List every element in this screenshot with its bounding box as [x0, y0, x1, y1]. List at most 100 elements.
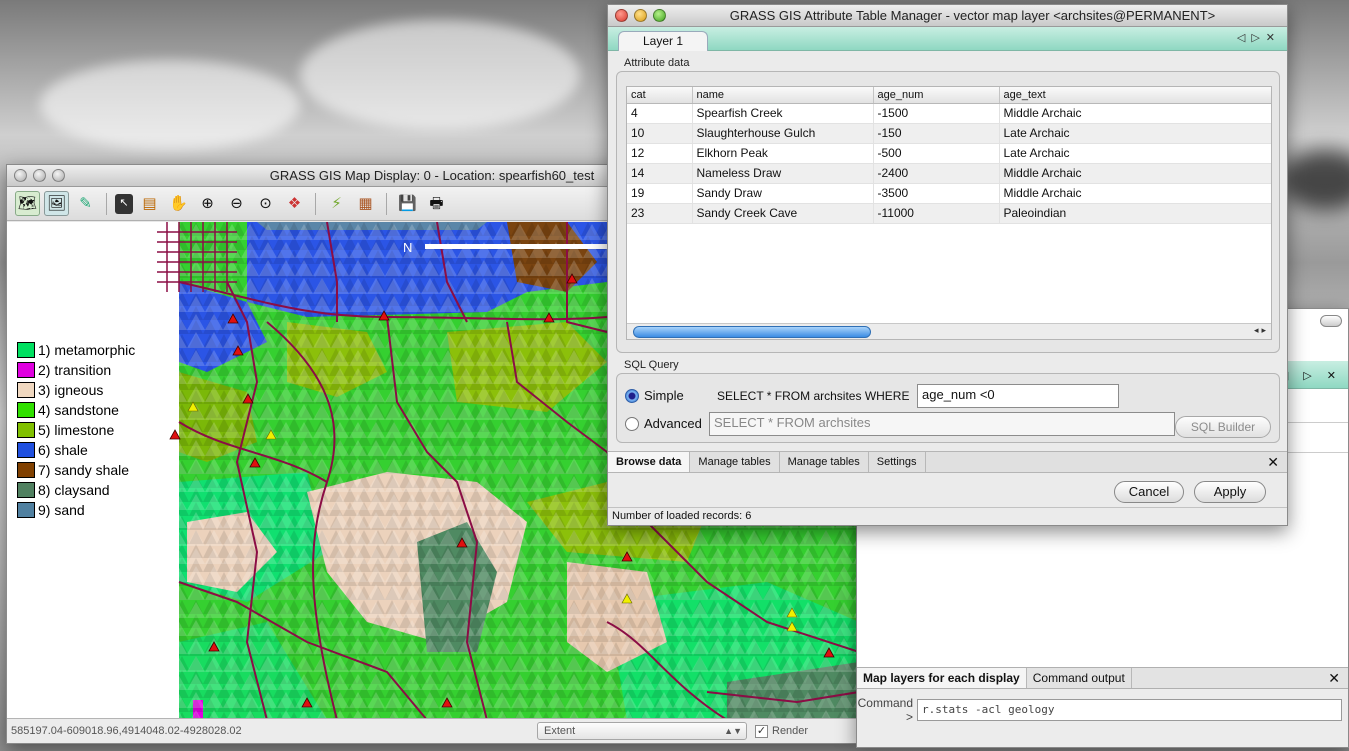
zoom-back-icon[interactable]: ⊙: [253, 191, 278, 216]
tab-strip-controls[interactable]: ◁ ▷ ✕: [1280, 369, 1342, 382]
simple-radio-option[interactable]: Simple: [625, 388, 684, 403]
extent-select[interactable]: Extent ▲▼: [537, 722, 747, 740]
pointer-icon[interactable]: ↖: [115, 193, 133, 214]
tab-command-output[interactable]: Command output: [1027, 668, 1132, 688]
render-checkbox[interactable]: ✓ Render: [755, 724, 808, 738]
column-header-name[interactable]: name: [692, 87, 874, 104]
table-row[interactable]: 14 Nameless Draw -2400 Middle Archaic: [627, 163, 1271, 184]
zoom-in-icon[interactable]: ⊕: [195, 191, 220, 216]
close-icon[interactable]: ✕: [1267, 454, 1279, 471]
save-icon[interactable]: 💾: [395, 191, 420, 216]
column-header-age-text[interactable]: age_text: [999, 87, 1271, 104]
legend-label: 6) shale: [38, 442, 88, 458]
tab-settings[interactable]: Settings: [869, 452, 926, 472]
checkbox-box[interactable]: ✓: [755, 724, 768, 738]
legend-item: 8) claysand: [17, 480, 135, 500]
column-header-cat[interactable]: cat: [627, 87, 693, 104]
cell-age-num[interactable]: -2400: [873, 163, 1000, 184]
sql-builder-button[interactable]: SQL Builder: [1175, 416, 1271, 438]
tab-layer-1[interactable]: Layer 1: [618, 31, 709, 51]
close-icon[interactable]: ✕: [1328, 670, 1340, 687]
layer-manager-tabs: Map layers for each display Command outp…: [857, 667, 1348, 689]
cell-cat[interactable]: 4: [627, 103, 693, 124]
cell-name[interactable]: Spearfish Creek: [692, 103, 874, 124]
legend-swatch: [17, 362, 35, 378]
cell-age-text[interactable]: Middle Archaic: [999, 103, 1271, 124]
cell-cat[interactable]: 10: [627, 123, 693, 144]
table-row[interactable]: 12 Elkhorn Peak -500 Late Archaic: [627, 143, 1271, 164]
cell-cat[interactable]: 19: [627, 183, 693, 204]
legend-label: 9) sand: [38, 502, 85, 518]
legend-item: 9) sand: [17, 500, 135, 520]
cell-age-num[interactable]: -1500: [873, 103, 1000, 124]
simple-radio[interactable]: [625, 388, 639, 403]
column-header-age-num[interactable]: age_num: [873, 87, 1000, 104]
erase-icon[interactable]: ✎: [73, 191, 98, 216]
query-icon[interactable]: ▤: [137, 191, 162, 216]
tab-browse-data[interactable]: Browse data: [608, 452, 691, 472]
simple-query-input[interactable]: age_num <0: [917, 384, 1119, 408]
pan-icon[interactable]: ✋: [166, 191, 191, 216]
sql-where-prefix: SELECT * FROM archsites WHERE: [717, 389, 910, 403]
render-icon[interactable]: 🖼: [44, 191, 69, 216]
print-icon[interactable]: 🖶: [424, 191, 449, 216]
table-row[interactable]: 4 Spearfish Creek -1500 Middle Archaic: [627, 103, 1271, 124]
advanced-radio-option[interactable]: Advanced: [625, 416, 702, 431]
cell-cat[interactable]: 14: [627, 163, 693, 184]
toolbar-toggle-button[interactable]: [1320, 315, 1342, 327]
display-icon[interactable]: 🗺: [15, 191, 40, 216]
scroll-arrows-icon[interactable]: ◂▸: [1254, 325, 1269, 336]
simple-radio-label: Simple: [644, 388, 684, 403]
command-label: Command >: [857, 696, 913, 724]
cell-name[interactable]: Slaughterhouse Gulch: [692, 123, 874, 144]
command-input[interactable]: r.stats -acl geology: [917, 699, 1342, 721]
cell-age-num[interactable]: -150: [873, 123, 1000, 144]
minimize-window-button[interactable]: [634, 9, 647, 22]
tab-map-layers[interactable]: Map layers for each display: [857, 668, 1027, 688]
legend-label: 3) igneous: [38, 382, 104, 398]
cell-age-text[interactable]: Paleoindian: [999, 203, 1271, 224]
legend-swatch: [17, 422, 35, 438]
overlay-icon[interactable]: ▦: [353, 191, 378, 216]
attribute-data-group: cat name age_num age_text 4 Spearfish Cr…: [616, 71, 1280, 353]
zoom-menu-icon[interactable]: ❖: [282, 191, 307, 216]
tab-strip-controls[interactable]: ◁▷✕: [1237, 31, 1281, 44]
cell-age-num[interactable]: -3500: [873, 183, 1000, 204]
cell-name[interactable]: Nameless Draw: [692, 163, 874, 184]
legend-swatch: [17, 382, 35, 398]
cell-name[interactable]: Elkhorn Peak: [692, 143, 874, 164]
advanced-radio[interactable]: [625, 416, 639, 431]
tab-manage-tables[interactable]: Manage tables: [690, 452, 780, 472]
legend-swatch: [17, 442, 35, 458]
table-row[interactable]: 23 Sandy Creek Cave -11000 Paleoindian: [627, 203, 1271, 224]
table-row[interactable]: 10 Slaughterhouse Gulch -150 Late Archai…: [627, 123, 1271, 144]
cell-age-text[interactable]: Middle Archaic: [999, 183, 1271, 204]
cell-age-text[interactable]: Late Archaic: [999, 143, 1271, 164]
legend-swatch: [17, 482, 35, 498]
zoom-window-button[interactable]: [653, 9, 666, 22]
cell-cat[interactable]: 23: [627, 203, 693, 224]
cell-name[interactable]: Sandy Draw: [692, 183, 874, 204]
attribute-manager-titlebar[interactable]: GRASS GIS Attribute Table Manager - vect…: [608, 5, 1287, 27]
apply-button[interactable]: Apply: [1194, 481, 1266, 503]
tab-manage-tables-2[interactable]: Manage tables: [780, 452, 869, 472]
scrollbar-thumb[interactable]: [633, 326, 871, 338]
cell-age-num[interactable]: -500: [873, 143, 1000, 164]
map-legend: 1) metamorphic 2) transition 3) igneous …: [17, 340, 135, 520]
close-window-button[interactable]: [615, 9, 628, 22]
attribute-table[interactable]: cat name age_num age_text 4 Spearfish Cr…: [626, 86, 1272, 340]
zoom-out-icon[interactable]: ⊖: [224, 191, 249, 216]
advanced-query-input[interactable]: SELECT * FROM archsites: [709, 412, 1175, 436]
legend-item: 3) igneous: [17, 380, 135, 400]
cell-age-num[interactable]: -11000: [873, 203, 1000, 224]
cell-name[interactable]: Sandy Creek Cave: [692, 203, 874, 224]
cell-age-text[interactable]: Middle Archaic: [999, 163, 1271, 184]
table-row[interactable]: 19 Sandy Draw -3500 Middle Archaic: [627, 183, 1271, 204]
cancel-button[interactable]: Cancel: [1114, 481, 1184, 503]
horizontal-scrollbar[interactable]: ◂▸: [627, 323, 1271, 339]
analyze-icon[interactable]: ⚡: [324, 191, 349, 216]
cell-age-text[interactable]: Late Archaic: [999, 123, 1271, 144]
cell-cat[interactable]: 12: [627, 143, 693, 164]
legend-item: 5) limestone: [17, 420, 135, 440]
legend-swatch: [17, 342, 35, 358]
